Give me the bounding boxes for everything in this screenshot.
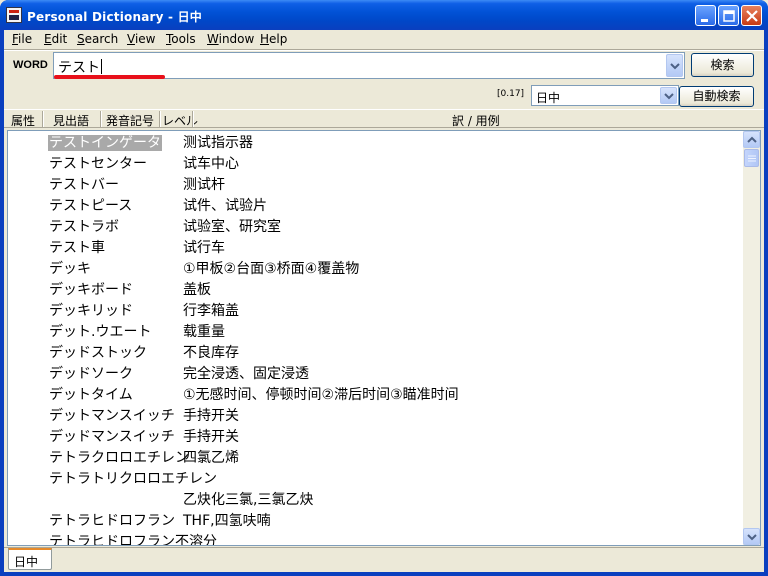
entry-translation[interactable]: THF,四氢呋喃 (183, 513, 271, 529)
column-divider[interactable] (42, 111, 43, 127)
chevron-down-icon (664, 93, 674, 100)
tab-label: 日中 (14, 555, 39, 569)
language-dropdown-button[interactable] (660, 87, 677, 104)
entry-translation[interactable]: 测试指示器 (183, 135, 253, 151)
entry-word[interactable]: デットタイム (49, 387, 133, 403)
app-icon (6, 7, 22, 23)
entry-translation[interactable]: 盖板 (183, 282, 211, 298)
entry-translation[interactable]: 试行车 (183, 240, 225, 256)
minimize-button[interactable] (695, 5, 716, 26)
grip-icon (748, 155, 756, 162)
column-header-headword[interactable]: 見出語 (53, 112, 89, 129)
maximize-button[interactable] (718, 5, 739, 26)
results-list[interactable]: テストインゲータ 测试指示器テストセンター 试车中心テストバー 测试杆テストピース 试件… (7, 130, 761, 546)
entry-word[interactable]: デッドマンスイッチ (49, 429, 175, 445)
tab-japanese-chinese[interactable]: 日中 (8, 548, 52, 570)
column-header-pronunciation[interactable]: 発音記号 (106, 112, 154, 129)
entry-translation[interactable]: 手持开关 (183, 429, 239, 445)
entry-translation[interactable]: 试验室、研究室 (183, 219, 281, 235)
entry-translation[interactable]: 试车中心 (183, 156, 239, 172)
menu-window[interactable]: Window (207, 32, 254, 46)
entry-translation[interactable]: 测试杆 (183, 177, 225, 193)
menu-bar: File Edit Search View Tools Window Help (4, 30, 764, 48)
language-select[interactable]: 日中 (531, 85, 679, 106)
chevron-down-icon (670, 63, 680, 70)
scroll-up-button[interactable] (743, 131, 760, 148)
menu-edit[interactable]: Edit (44, 32, 67, 46)
entry-word[interactable]: デットマンスイッチ (49, 408, 175, 424)
vertical-scrollbar[interactable] (743, 131, 760, 545)
menu-tools[interactable]: Tools (166, 32, 196, 46)
entry-translation[interactable]: ①无感时间、停顿时间②滞后时间③瞄准时间 (183, 387, 459, 403)
text-caret (101, 59, 102, 74)
column-divider[interactable] (192, 111, 193, 127)
entry-word[interactable]: デッキリッド (49, 303, 133, 319)
minimize-icon (701, 19, 708, 22)
entry-word[interactable]: テストバー (49, 177, 119, 193)
column-divider[interactable] (159, 111, 160, 127)
entry-word[interactable]: テトラトリクロロエチレン (49, 471, 217, 487)
entry-translation[interactable]: 载重量 (183, 324, 225, 340)
maximize-icon (723, 10, 735, 22)
search-button[interactable]: 検索 (691, 53, 754, 77)
menu-view[interactable]: View (127, 32, 155, 46)
chevron-up-icon (747, 136, 757, 143)
entry-translation[interactable]: 手持开关 (183, 408, 239, 424)
entry-translation[interactable]: 试件、试验片 (183, 198, 267, 214)
word-input-value: テスト (58, 59, 102, 76)
entry-translation[interactable]: 四氯乙烯 (183, 450, 239, 466)
entry-translation[interactable]: ①甲板②台面③桥面④覆盖物 (183, 261, 359, 277)
entry-word[interactable]: テトラヒドロフラン不溶分 (49, 534, 217, 545)
entry-word[interactable]: デッキ (49, 261, 91, 277)
window-title: Personal Dictionary - 日中 (27, 10, 202, 24)
client-area: File Edit Search View Tools Window Help … (4, 30, 764, 572)
app-window: Personal Dictionary - 日中 File Edit Searc… (0, 0, 768, 576)
column-divider[interactable] (100, 111, 101, 127)
entry-word[interactable]: テトラクロロエチレン (49, 450, 189, 466)
menu-help[interactable]: Help (260, 32, 287, 46)
version-label: [0.17] (497, 89, 525, 99)
entry-word[interactable]: テストピース (49, 198, 132, 214)
entry-word[interactable]: テトラヒドロフラン (49, 513, 175, 529)
column-header-attribute[interactable]: 属性 (11, 112, 35, 129)
close-icon (746, 10, 758, 22)
red-underline-annotation (54, 75, 165, 79)
scroll-down-button[interactable] (743, 528, 760, 545)
menu-separator-highlight (4, 50, 764, 51)
entry-word[interactable]: デット.ウエート (49, 324, 151, 340)
entry-translation[interactable]: 不良库存 (183, 345, 239, 361)
entry-word[interactable]: テストインゲータ (48, 135, 162, 151)
column-header-bar: 属性 見出語 発音記号 レベル 訳 / 用例 (4, 109, 764, 128)
entry-word[interactable]: デッドストック (49, 345, 147, 361)
word-dropdown-button[interactable] (666, 54, 683, 77)
auto-search-button[interactable]: 自動検索 (679, 86, 754, 107)
tab-bar: 日中 (4, 547, 764, 572)
chevron-down-icon (747, 534, 757, 541)
entry-word[interactable]: テストラボ (49, 219, 119, 235)
entry-word[interactable]: デッドソーク (49, 366, 133, 382)
menu-file[interactable]: File (12, 32, 32, 46)
language-select-value: 日中 (536, 91, 561, 105)
entry-word[interactable]: デッキボード (49, 282, 133, 298)
entry-translation[interactable]: 乙炔化三氯,三氯乙炔 (183, 492, 313, 508)
entry-word[interactable]: テストセンター (49, 156, 147, 172)
entry-translation[interactable]: 完全浸透、固定浸透 (183, 366, 309, 382)
menu-search[interactable]: Search (77, 32, 118, 46)
word-label: WORD (13, 59, 48, 71)
entry-word[interactable]: テスト車 (49, 240, 105, 256)
title-bar[interactable]: Personal Dictionary - 日中 (0, 0, 768, 30)
column-header-translation[interactable]: 訳 / 用例 (452, 112, 500, 129)
close-button[interactable] (741, 5, 762, 26)
scroll-thumb[interactable] (744, 149, 759, 167)
entry-translation[interactable]: 行李箱盖 (183, 303, 239, 319)
